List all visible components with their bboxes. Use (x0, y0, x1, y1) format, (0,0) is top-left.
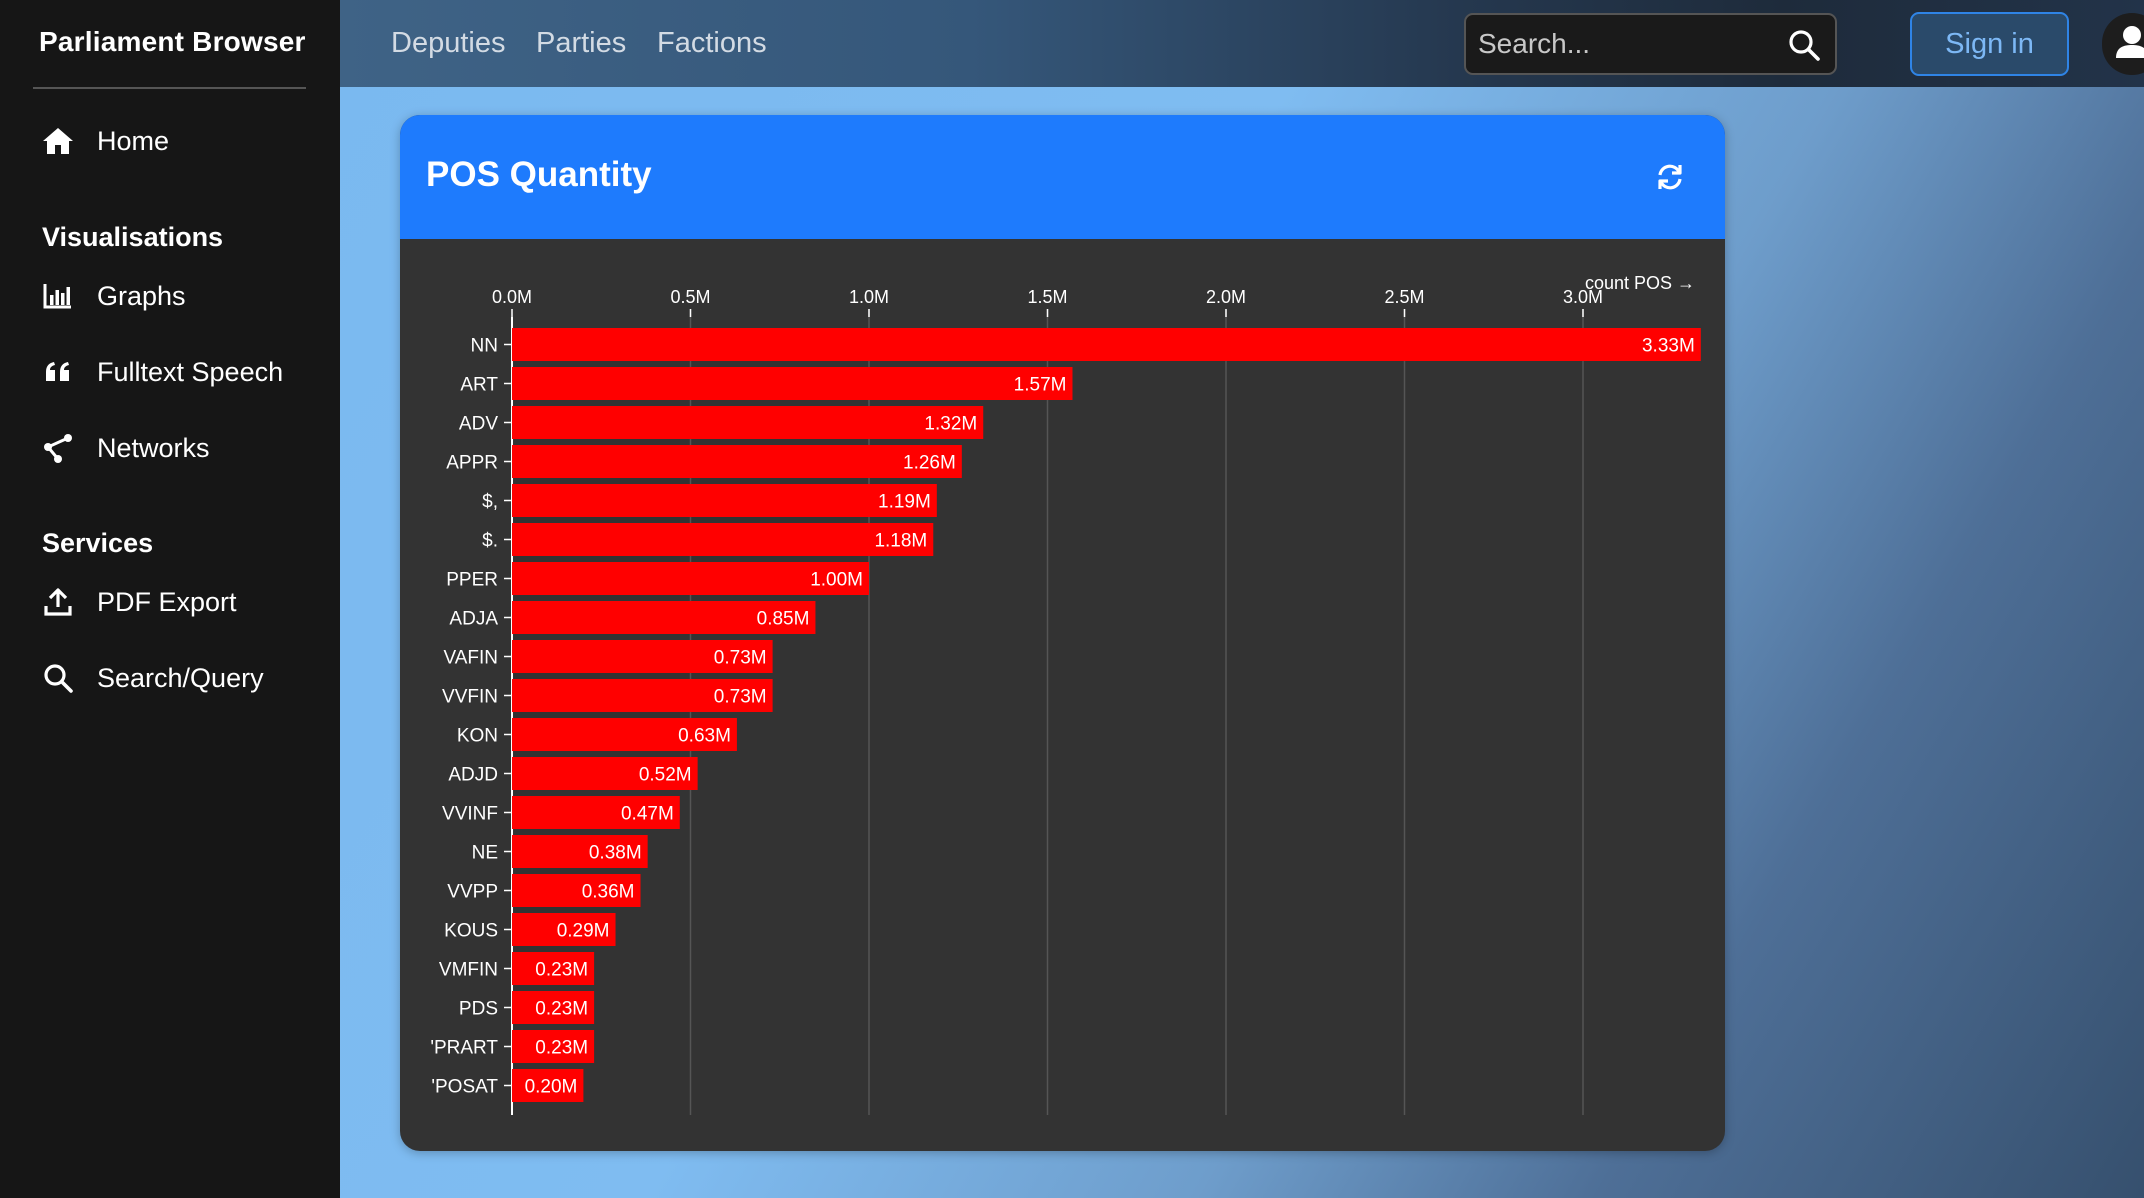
nav-link-factions[interactable]: Factions (657, 27, 767, 60)
sidebar-item-fulltext-speech[interactable]: Fulltext Speech (41, 355, 283, 389)
card-header: POS Quantity (400, 115, 1725, 239)
bar-0 (512, 328, 1701, 361)
bar-value-label: 0.73M (714, 648, 767, 669)
x-tick-label: 0.0M (492, 287, 532, 307)
bar-2 (512, 406, 984, 439)
x-tick-label: 1.0M (849, 287, 889, 307)
sidebar-item-networks[interactable]: Networks (41, 431, 210, 465)
y-category-label: APPR (446, 453, 498, 474)
x-tick-label: 1.5M (1027, 287, 1067, 307)
nav-link-deputies[interactable]: Deputies (391, 27, 505, 60)
sidebar-item-label: Fulltext Speech (97, 356, 284, 387)
main-area: Deputies Parties Factions Sign in POS Qu… (340, 0, 2144, 1198)
quote-icon (41, 355, 75, 389)
y-category-label: KOUS (444, 921, 498, 942)
upload-icon (41, 585, 75, 619)
sidebar-item-pdf-export[interactable]: PDF Export (41, 585, 237, 619)
sign-in-button[interactable]: Sign in (1910, 12, 2069, 76)
pos-bar-chart: 0.0M 0.5M 1.0M 1.5M 2.0M 2.5M 3.0Mcount POS →N… (430, 273, 1701, 1115)
bar-value-label: 0.23M (535, 1038, 588, 1059)
x-tick-label: 2.0M (1206, 287, 1246, 307)
bar-value-label: 0.29M (557, 921, 610, 942)
bar-value-label: 1.32M (924, 414, 977, 435)
bar-3 (512, 445, 962, 478)
sidebar-item-label: Home (97, 125, 170, 156)
bar-value-label: 0.20M (525, 1077, 578, 1098)
search-input[interactable] (1478, 25, 1778, 63)
y-category-label: VVFIN (442, 687, 498, 708)
bar-value-label: 1.18M (874, 531, 927, 552)
y-category-label: KON (457, 726, 498, 747)
card-title: POS Quantity (426, 155, 652, 194)
y-category-label: VVINF (442, 804, 498, 825)
nav-link-parties[interactable]: Parties (536, 27, 626, 60)
bar-value-label: 1.57M (1014, 375, 1067, 396)
sidebar: Parliament Browser Home Visualisations G… (0, 0, 340, 1198)
y-category-label: 'POSAT (431, 1077, 498, 1098)
sidebar-item-label: Search/Query (97, 662, 264, 693)
x-axis-label: count POS → (1585, 273, 1695, 293)
y-category-label: NN (471, 336, 498, 357)
y-category-label: ART (460, 375, 498, 396)
y-category-label: PDS (459, 999, 498, 1020)
bar-value-label: 0.63M (678, 726, 731, 747)
sidebar-item-label: Graphs (97, 280, 186, 311)
bar-value-label: 1.00M (810, 570, 863, 591)
refresh-icon[interactable] (1653, 160, 1687, 194)
bar-4 (512, 484, 937, 517)
section-heading-services: Services (42, 528, 154, 558)
brand-divider (33, 87, 306, 89)
bar-1 (512, 367, 1073, 400)
y-category-label: $. (482, 531, 498, 552)
bar-value-label: 0.47M (621, 804, 674, 825)
bar-chart-icon (41, 279, 75, 313)
x-tick-label: 2.5M (1384, 287, 1424, 307)
bar-value-label: 1.19M (878, 492, 931, 513)
bar-value-label: 0.85M (757, 609, 810, 630)
y-category-label: PPER (446, 570, 498, 591)
sidebar-item-home[interactable]: Home (41, 124, 169, 158)
top-navbar: Deputies Parties Factions Sign in (340, 0, 2144, 87)
x-tick-label: 0.5M (670, 287, 710, 307)
y-category-label: VVPP (447, 882, 498, 903)
search-icon (41, 661, 75, 695)
bar-value-label: 3.33M (1642, 336, 1695, 357)
chart-card: POS Quantity 0.0M 0.5M 1.0M 1.5M 2.0M 2.5M 3.0… (400, 115, 1725, 1151)
y-category-label: NE (472, 843, 498, 864)
bar-value-label: 0.73M (714, 687, 767, 708)
search-icon[interactable] (1787, 28, 1821, 62)
home-icon (41, 124, 75, 158)
bar-value-label: 0.52M (639, 765, 692, 786)
y-category-label: 'PRART (430, 1038, 498, 1059)
section-heading-visualisations: Visualisations (42, 222, 224, 252)
sidebar-item-label: PDF Export (97, 586, 237, 617)
y-category-label: $, (482, 492, 498, 513)
sidebar-item-label: Networks (97, 432, 210, 463)
search-box (1464, 13, 1837, 75)
y-category-label: VMFIN (439, 960, 498, 981)
sidebar-item-search-query[interactable]: Search/Query (41, 661, 264, 695)
brand-title[interactable]: Parliament Browser (39, 26, 306, 58)
y-category-label: VAFIN (443, 648, 498, 669)
y-category-label: ADJD (448, 765, 498, 786)
user-icon (2116, 26, 2144, 58)
bar-value-label: 0.23M (535, 960, 588, 981)
bar-value-label: 1.26M (903, 453, 956, 474)
sidebar-item-graphs[interactable]: Graphs (41, 279, 186, 313)
y-category-label: ADV (459, 414, 498, 435)
bar-5 (512, 523, 934, 556)
bar-value-label: 0.38M (589, 843, 642, 864)
user-avatar[interactable] (2102, 13, 2144, 75)
bar-value-label: 0.23M (535, 999, 588, 1020)
bar-value-label: 0.36M (582, 882, 635, 903)
y-category-label: ADJA (449, 609, 498, 630)
share-icon (41, 431, 75, 465)
